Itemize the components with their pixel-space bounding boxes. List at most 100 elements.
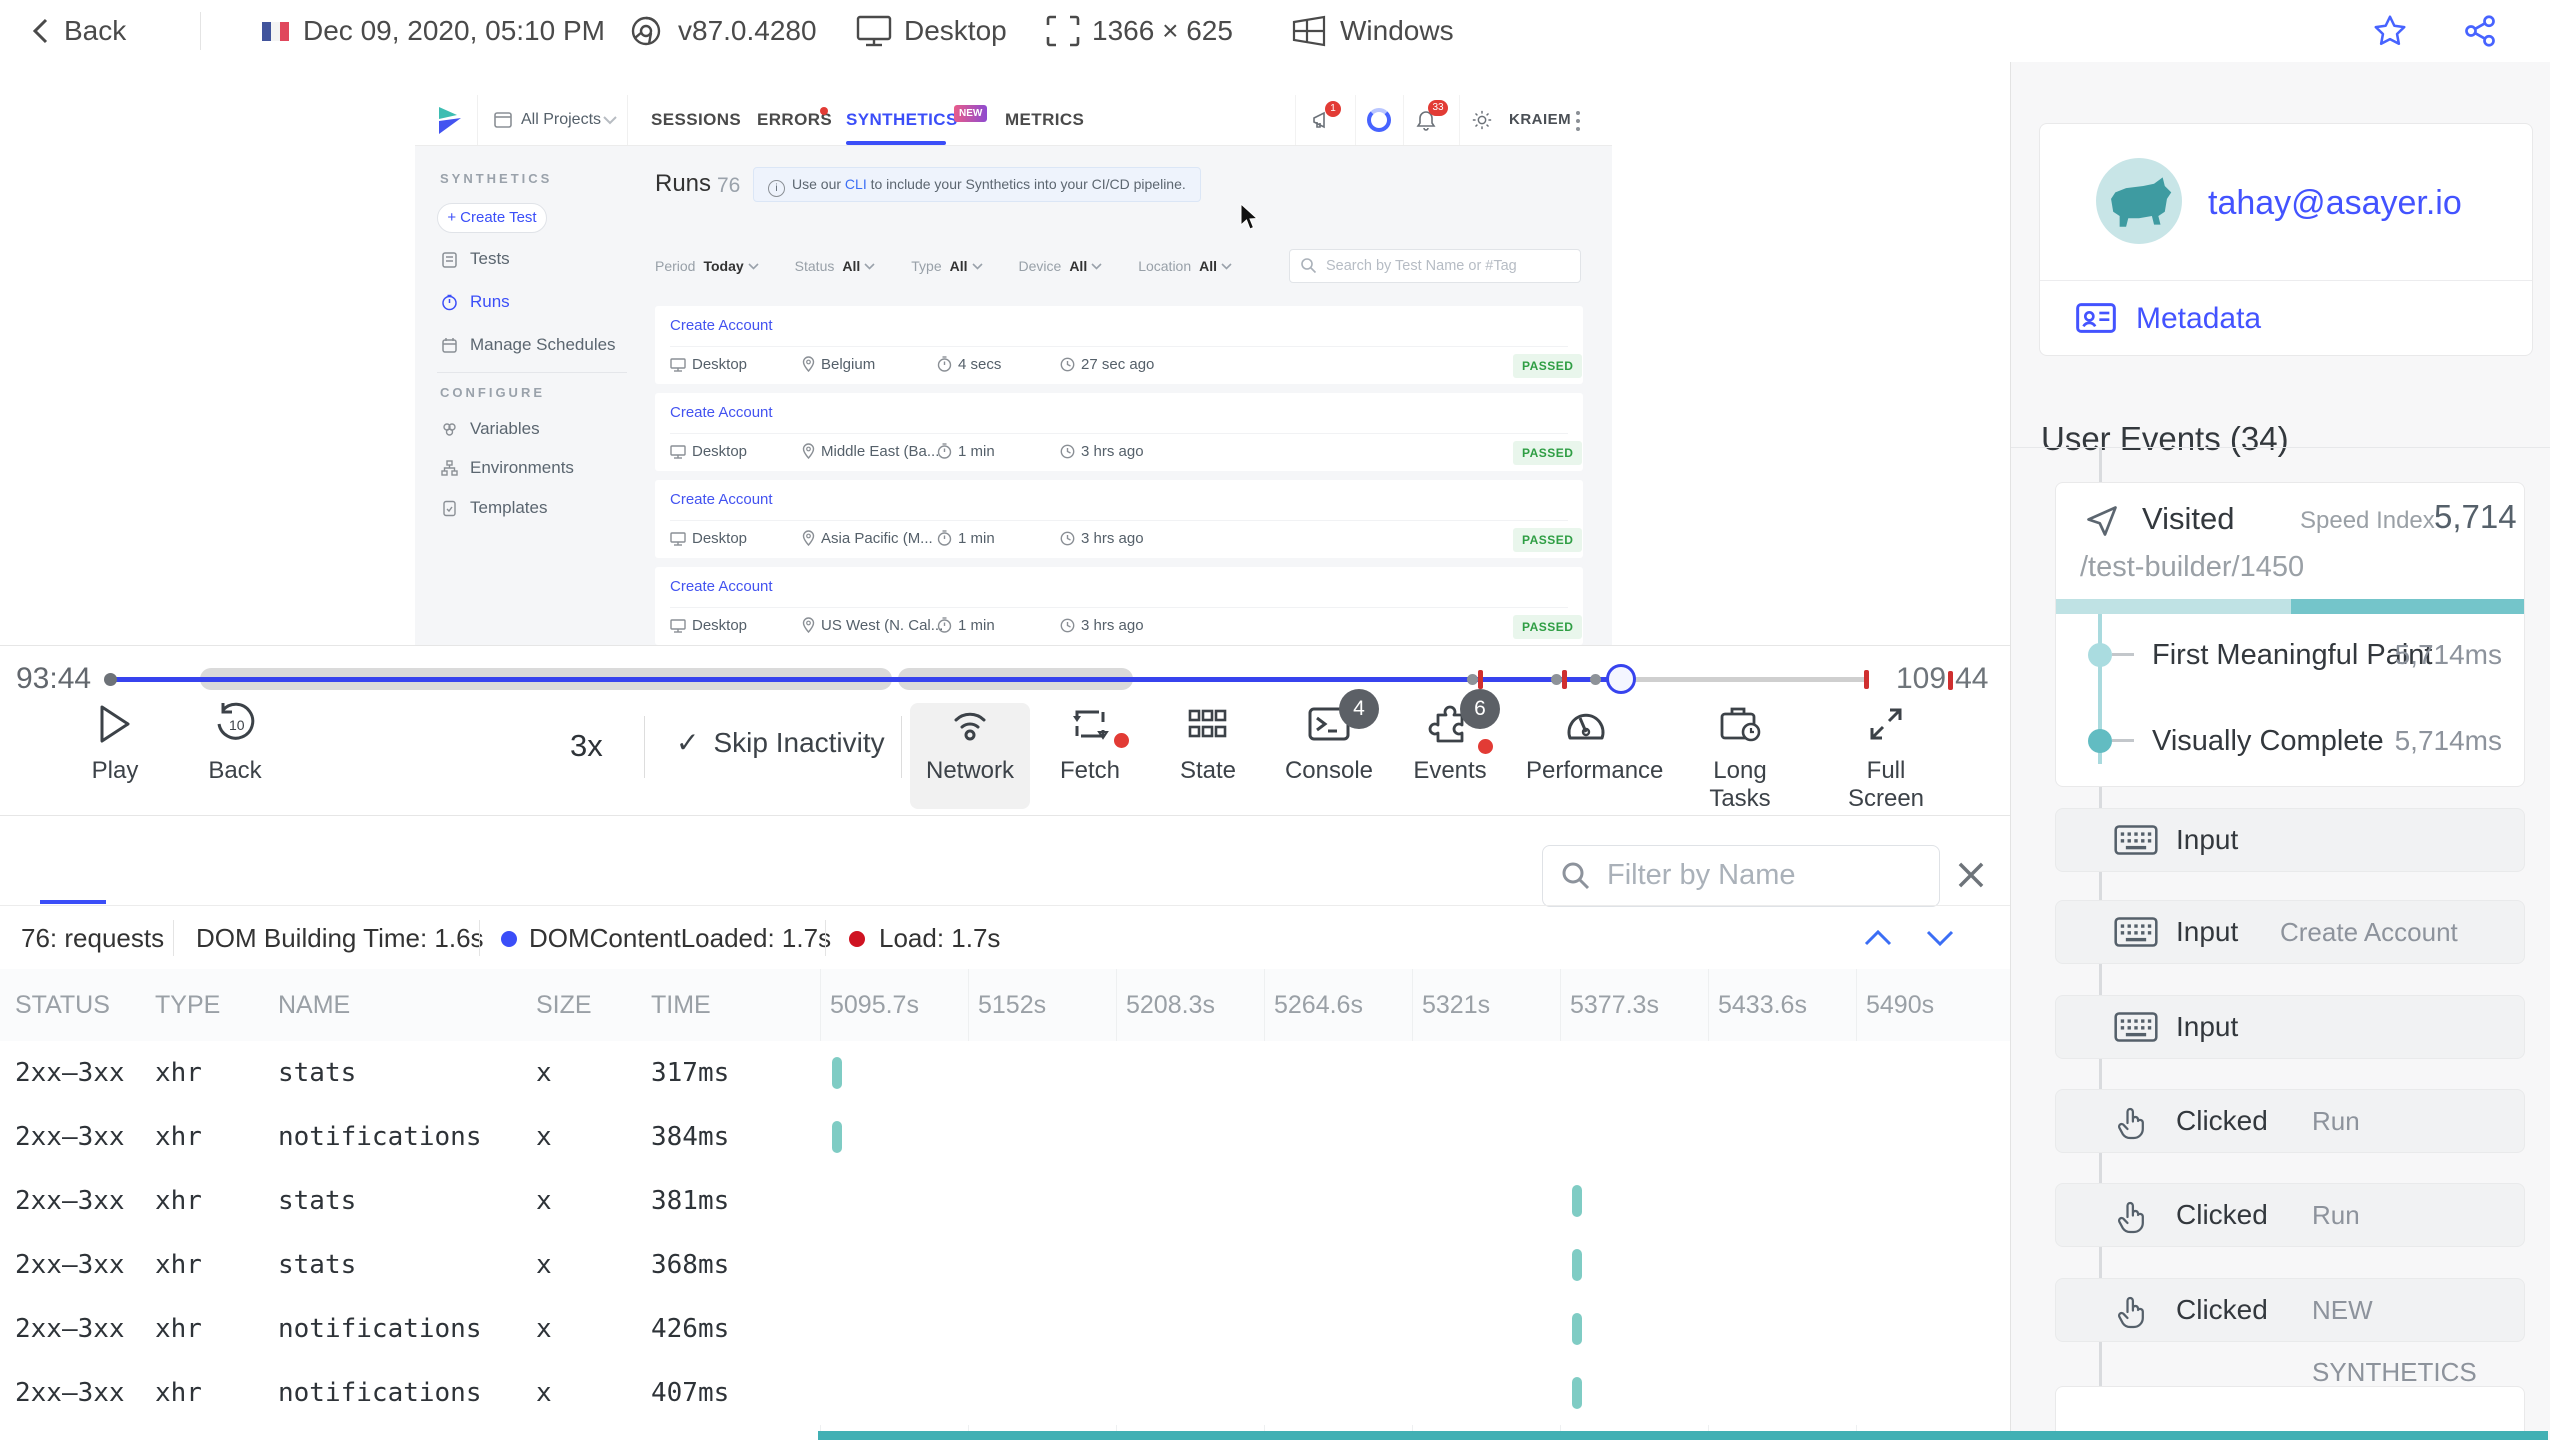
network-request-row[interactable]: 2xx–3xx xhr stats x 368ms [0,1233,2010,1297]
session-replay-window: Back Dec 09, 2020, 05:10 PM v87.0.4280 D… [0,0,2550,1440]
click-hand-icon [2114,1294,2150,1330]
speed-toggle[interactable]: 3x [570,728,603,764]
sidebar-item-templates[interactable]: Templates [470,498,547,518]
event-dot[interactable] [1551,674,1562,685]
app-sidebar: SYNTHETICS + Create Test Tests Runs Manag… [415,145,651,645]
close-panel-icon[interactable] [1952,856,1990,894]
info-icon: i [768,180,785,197]
metadata-icon [2076,302,2116,334]
replayed-app-screenshot: All Projects SESSIONS ERRORS SYNTHETICS … [415,95,1612,645]
tab-synthetics[interactable]: SYNTHETICS [846,95,958,145]
network-request-row[interactable]: 2xx–3xx xhr notifications x 407ms [0,1361,2010,1425]
run-time-ago: 27 sec ago [1060,346,1154,384]
state-button[interactable]: State [1148,701,1268,785]
project-icon [493,110,513,130]
user-event-item[interactable]: Input Create Account [2055,900,2525,964]
run-card[interactable]: Create Account Desktop Asia Pacific (M..… [655,480,1583,558]
sidebar-item-tests[interactable]: Tests [470,249,510,269]
user-event-item[interactable]: Input [2055,808,2525,872]
user-event-item[interactable]: Input [2055,995,2525,1059]
run-title-link[interactable]: Create Account [670,567,1568,608]
long-tasks-button[interactable]: Long Tasks [1680,701,1800,813]
full-screen-button[interactable]: Full Screen [1826,701,1946,813]
run-card[interactable]: Create Account Desktop Belgium 4 secs 27… [655,306,1583,384]
back-10s-button[interactable]: 10 Back [175,701,295,785]
run-card[interactable]: Create Account Desktop US West (N. Cal..… [655,567,1583,645]
runs-filter[interactable]: Location All [1138,258,1232,274]
run-title-link[interactable]: Create Account [670,480,1568,521]
sidebar-item-manage-schedules[interactable]: Manage Schedules [470,335,616,355]
timeline-played[interactable] [110,677,1621,682]
event-dot[interactable] [1590,674,1601,685]
tab-metrics[interactable]: METRICS [1005,95,1084,145]
user-menu[interactable]: KRAIEM [1509,95,1571,145]
sidebar-item-runs[interactable]: Runs [470,292,510,312]
tab-sessions[interactable]: SESSIONS [651,95,741,145]
column-header[interactable]: STATUS [15,969,110,1041]
jump-prev-icon[interactable] [1856,924,1900,952]
test-search-input[interactable]: Search by Test Name or #Tag [1289,249,1581,283]
visited-icon [2084,503,2120,539]
runs-filter[interactable]: Period Today [655,258,759,274]
network-button[interactable]: Network [910,701,1030,785]
time-column-header: 5490s [1866,991,1935,1019]
network-request-row[interactable]: 2xx–3xx xhr notifications x 384ms [0,1105,2010,1169]
project-selector[interactable]: All Projects [521,95,601,145]
play-button[interactable]: Play [55,701,175,785]
runs-filter[interactable]: Status All [795,258,876,274]
column-header[interactable]: NAME [278,969,350,1041]
column-header[interactable]: TYPE [155,969,220,1041]
network-filter-input[interactable]: Filter by Name [1542,845,1940,907]
search-placeholder: Search by Test Name or #Tag [1326,258,1517,274]
column-header[interactable]: TIME [651,969,711,1041]
favorite-star-icon[interactable] [2372,13,2408,49]
run-title-link[interactable]: Create Account [670,306,1568,347]
jump-next-icon[interactable] [1918,924,1962,952]
fetch-button[interactable]: Fetch [1030,701,1150,785]
network-request-row[interactable]: 2xx–3xx xhr stats x 381ms [0,1169,2010,1233]
sidebar-item-variables[interactable]: Variables [470,419,540,439]
user-event-item[interactable]: Clicked Run [2055,1089,2525,1153]
events-button[interactable]: Events 6 [1390,689,1510,785]
event-dot[interactable] [1467,674,1478,685]
network-request-row[interactable]: 2xx–3xx xhr notifications x 426ms [0,1297,2010,1361]
user-email[interactable]: tahay@asayer.io [2208,184,2462,223]
skip-inactivity-toggle[interactable]: ✓ Skip Inactivity [676,726,885,759]
sidebar-item-environments[interactable]: Environments [470,458,574,478]
runs-filter[interactable]: Type All [911,258,983,274]
back-button[interactable]: Back [64,0,126,62]
tab-errors[interactable]: ERRORS [757,95,832,145]
metadata-button[interactable]: Metadata [2136,302,2261,336]
error-marker[interactable] [1478,670,1483,689]
run-card[interactable]: Create Account Desktop Middle East (Ba..… [655,393,1583,471]
network-request-row[interactable]: 2xx–3xx xhr stats x 317ms [0,1041,2010,1105]
run-title-link[interactable]: Create Account [670,393,1568,434]
visited-event-card[interactable]: Visited Speed Index 5,714 /test-builder/… [2055,482,2525,787]
back-chevron-icon[interactable] [28,16,54,46]
network-panel: Filter by Name 76: requests DOM Building… [0,815,2010,1440]
error-marker[interactable] [1864,670,1869,689]
kebab-menu-icon[interactable] [1575,109,1581,133]
share-icon[interactable] [2462,13,2498,49]
user-event-item[interactable]: Clicked Run [2055,1183,2525,1247]
performance-button[interactable]: Performance [1526,701,1663,785]
request-name: stats [278,1250,357,1280]
waterfall-scrollbar[interactable] [818,1431,2548,1440]
timeline-remaining[interactable] [1621,677,1869,682]
player-panel: 93:44 109 44 Play 10 Back 3x ✓ Skip Inact [0,645,2010,816]
performance-gauge-icon [1526,701,1646,747]
settings-gear-icon[interactable] [1471,109,1493,131]
create-test-button[interactable]: + Create Test [437,203,547,233]
user-event-item[interactable]: Clicked NEW SYNTHETICS [2055,1278,2525,1387]
run-duration: 1 min [937,520,995,558]
runs-filter[interactable]: Device All [1019,258,1103,274]
dcl-dot [501,931,517,947]
playhead[interactable] [1606,664,1636,694]
run-device: Desktop [670,433,747,471]
environments-icon [441,460,458,477]
error-marker[interactable] [1562,670,1567,689]
console-button[interactable]: Console 4 [1269,689,1389,785]
column-header[interactable]: SIZE [536,969,592,1041]
active-tab-underline [40,900,106,904]
cli-link[interactable]: CLI [845,176,867,192]
